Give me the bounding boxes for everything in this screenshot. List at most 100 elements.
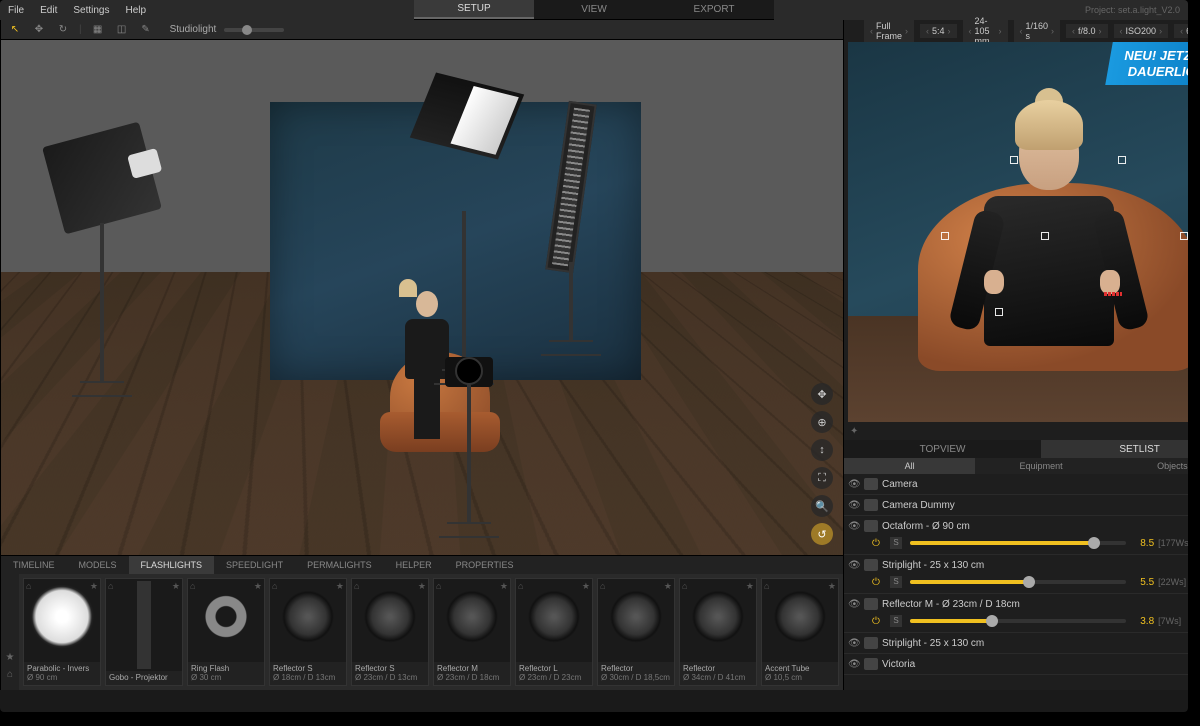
filter-all[interactable]: All bbox=[844, 458, 975, 474]
visibility-icon[interactable]: 👁 bbox=[848, 479, 860, 490]
menu-edit[interactable]: Edit bbox=[40, 5, 57, 16]
library-item[interactable]: ⌂★Reflector MØ 23cm / D 18cm bbox=[433, 578, 511, 686]
home-icon[interactable]: ⌂ bbox=[272, 581, 277, 591]
rotate-tool-icon[interactable]: ↻ bbox=[55, 24, 71, 35]
frame-icon[interactable]: ⛶ bbox=[811, 467, 833, 489]
tab-topview[interactable]: TOPVIEW bbox=[844, 440, 1041, 458]
lib-tab-timeline[interactable]: TIMELINE bbox=[1, 556, 67, 574]
menu-settings[interactable]: Settings bbox=[73, 5, 109, 16]
render-preview[interactable]: NEU! JETZT MITDAUERLICHT! 102 ▦ ▤ ▭ ▾ bbox=[848, 42, 1188, 422]
home-icon[interactable]: ⌂ bbox=[518, 581, 523, 591]
library-item[interactable]: ⌂★ReflectorØ 34cm / D 41cm bbox=[679, 578, 757, 686]
visibility-icon[interactable]: 👁 bbox=[848, 638, 860, 649]
star-icon[interactable]: ★ bbox=[172, 581, 180, 592]
visibility-icon[interactable]: 👁 bbox=[848, 659, 860, 670]
setlist-row[interactable]: 👁Octaform - Ø 90 cm⏻S8.5[177Ws]✎ bbox=[844, 516, 1188, 555]
intensity-slider[interactable] bbox=[910, 541, 1126, 545]
solo-button[interactable]: S bbox=[890, 537, 902, 549]
home-icon[interactable]: ⌂ bbox=[600, 581, 605, 591]
orbit-icon[interactable]: ✥ bbox=[811, 383, 833, 405]
star-icon[interactable]: ★ bbox=[664, 581, 672, 592]
library-item[interactable]: ⌂★Ring FlashØ 30 cm bbox=[187, 578, 265, 686]
move-tool-icon[interactable]: ✥ bbox=[31, 24, 47, 35]
setlist-row[interactable]: 👁Camera bbox=[844, 474, 1188, 495]
lib-tab-models[interactable]: MODELS bbox=[67, 556, 129, 574]
grid-icon[interactable]: ▦ bbox=[90, 24, 106, 35]
library-item[interactable]: ⌂★Reflector SØ 23cm / D 13cm bbox=[351, 578, 429, 686]
tab-view[interactable]: VIEW bbox=[534, 0, 654, 19]
home-icon[interactable]: ⌂ bbox=[190, 581, 195, 591]
setlist-row[interactable]: 👁Camera Dummy bbox=[844, 495, 1188, 516]
viewport-3d[interactable]: ✥ ⊕ ↕ ⛶ 🔍 ↺ bbox=[1, 40, 843, 555]
item-icon bbox=[864, 598, 878, 610]
studiolight-slider[interactable] bbox=[224, 28, 284, 32]
library-item[interactable]: ⌂★Reflector LØ 23cm / D 23cm bbox=[515, 578, 593, 686]
home-icon[interactable]: ⌂ bbox=[354, 581, 359, 591]
lib-tab-helper[interactable]: HELPER bbox=[384, 556, 444, 574]
lib-tab-flashlights[interactable]: FLASHLIGHTS bbox=[129, 556, 215, 574]
library-item[interactable]: ⌂★Gobo - Projektor bbox=[105, 578, 183, 686]
setlist-row[interactable]: 👁Striplight - 25 x 130 cm⏻S5.5[22Ws]✎ bbox=[844, 555, 1188, 594]
library-panel: TIMELINE MODELS FLASHLIGHTS SPEEDLIGHT P… bbox=[1, 555, 843, 690]
star-icon[interactable]: ★ bbox=[90, 581, 98, 592]
lib-tab-permalights[interactable]: PERMALIGHTS bbox=[295, 556, 384, 574]
zoom-icon[interactable]: 🔍 bbox=[811, 495, 833, 517]
setlist-row[interactable]: 👁Reflector M - Ø 23cm / D 18cm⏻S3.8[7Ws]… bbox=[844, 594, 1188, 633]
intensity-slider[interactable] bbox=[910, 580, 1126, 584]
snap-icon[interactable]: ◫ bbox=[114, 24, 130, 35]
reset-view-icon[interactable]: ↺ bbox=[811, 523, 833, 545]
star-icon[interactable]: ★ bbox=[828, 581, 836, 592]
aperture-select[interactable]: f/8.0 bbox=[1066, 24, 1108, 38]
pan-icon[interactable]: ⊕ bbox=[811, 411, 833, 433]
power-icon[interactable]: ⏻ bbox=[872, 538, 886, 549]
library-item[interactable]: ⌂★ReflectorØ 30cm / D 18,5cm bbox=[597, 578, 675, 686]
intensity-slider[interactable] bbox=[910, 619, 1126, 623]
setlist-row[interactable]: 👁Striplight - 25 x 130 cm bbox=[844, 633, 1188, 654]
tab-export[interactable]: EXPORT bbox=[654, 0, 774, 19]
solo-button[interactable]: S bbox=[890, 615, 902, 627]
tab-setup[interactable]: SETUP bbox=[414, 0, 534, 19]
select-tool-icon[interactable]: ↖ bbox=[7, 24, 23, 35]
menu-help[interactable]: Help bbox=[126, 5, 147, 16]
visibility-icon[interactable]: 👁 bbox=[848, 560, 860, 571]
home-icon[interactable]: ⌂ bbox=[682, 581, 687, 591]
library-item[interactable]: ⌂★Parabolic - InversØ 90 cm bbox=[23, 578, 101, 686]
lib-tab-speedlight[interactable]: SPEEDLIGHT bbox=[214, 556, 295, 574]
home-icon[interactable]: ⌂ bbox=[108, 581, 113, 591]
item-name: Octaform - Ø 90 cm bbox=[882, 521, 970, 532]
home-icon[interactable]: ⌂ bbox=[764, 581, 769, 591]
library-item[interactable]: ⌂★Reflector SØ 18cm / D 13cm bbox=[269, 578, 347, 686]
star-icon[interactable]: ★ bbox=[254, 581, 262, 592]
whitebalance-select[interactable]: 6000K bbox=[1174, 24, 1188, 38]
render-spark-icon[interactable]: ✦ bbox=[850, 426, 858, 437]
menu-file[interactable]: File bbox=[8, 5, 24, 16]
star-icon[interactable]: ★ bbox=[336, 581, 344, 592]
home-icon[interactable]: ⌂ bbox=[436, 581, 441, 591]
solo-button[interactable]: S bbox=[890, 576, 902, 588]
visibility-icon[interactable]: 👁 bbox=[848, 599, 860, 610]
home-icon[interactable]: ⌂ bbox=[7, 669, 13, 680]
sensor-select[interactable]: Full Frame bbox=[864, 19, 914, 43]
star-icon[interactable]: ★ bbox=[746, 581, 754, 592]
lib-tab-properties[interactable]: PROPERTIES bbox=[444, 556, 526, 574]
home-icon[interactable]: ⌂ bbox=[26, 581, 31, 591]
shutter-select[interactable]: 1/160 s bbox=[1014, 19, 1061, 43]
tab-setlist[interactable]: SETLIST bbox=[1041, 440, 1188, 458]
visibility-icon[interactable]: 👁 bbox=[848, 521, 860, 532]
library-item[interactable]: ⌂★Accent TubeØ 10,5 cm bbox=[761, 578, 839, 686]
star-icon[interactable]: ★ bbox=[582, 581, 590, 592]
ratio-select[interactable]: 5:4 bbox=[920, 24, 957, 38]
power-icon[interactable]: ⏻ bbox=[872, 616, 886, 627]
star-icon[interactable]: ★ bbox=[418, 581, 426, 592]
iso-select[interactable]: ISO200 bbox=[1114, 24, 1169, 38]
item-icon bbox=[864, 499, 878, 511]
power-icon[interactable]: ⏻ bbox=[872, 577, 886, 588]
filter-equipment[interactable]: Equipment bbox=[975, 458, 1106, 474]
filter-objects[interactable]: Objects bbox=[1107, 458, 1188, 474]
dolly-icon[interactable]: ↕ bbox=[811, 439, 833, 461]
setlist-row[interactable]: 👁Victoria bbox=[844, 654, 1188, 675]
visibility-icon[interactable]: 👁 bbox=[848, 500, 860, 511]
pencil-icon[interactable]: ✎ bbox=[138, 24, 154, 35]
star-icon[interactable]: ★ bbox=[6, 652, 15, 663]
star-icon[interactable]: ★ bbox=[500, 581, 508, 592]
